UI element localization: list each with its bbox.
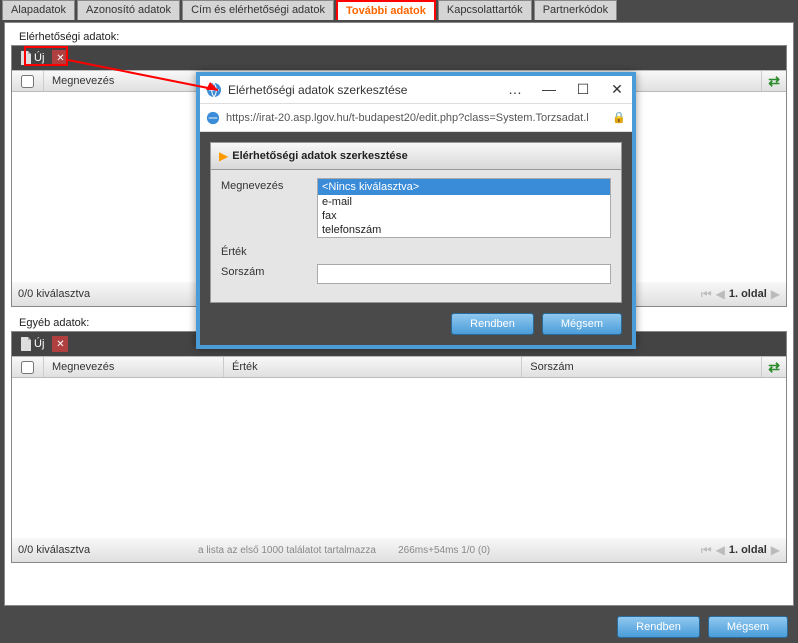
- file-icon: [20, 51, 32, 65]
- cancel-button[interactable]: Mégsem: [708, 616, 788, 638]
- dropdown-option-fax[interactable]: fax: [318, 209, 610, 223]
- dropdown-option-email[interactable]: e-mail: [318, 195, 610, 209]
- tab-bar: Alapadatok Azonosító adatok Cím és elérh…: [0, 0, 798, 20]
- minimize-icon[interactable]: —: [540, 81, 558, 98]
- dialog-titlebar: Elérhetőségi adatok szerkesztése … — ☐ ✕: [200, 76, 632, 104]
- field-label-megnevezes: Megnevezés: [221, 178, 317, 192]
- grid2-col-megnevezes[interactable]: Megnevezés: [44, 357, 224, 377]
- field-label-ertek: Érték: [221, 244, 317, 258]
- dialog-cancel-button[interactable]: Mégsem: [542, 313, 622, 335]
- dialog-form: Megnevezés <Nincs kiválasztva> e-mail fa…: [210, 170, 622, 303]
- grid2-pager: ⏮ ◀ 1. oldal ▶: [701, 543, 780, 558]
- section1-label: Elérhetőségi adatok:: [19, 31, 787, 43]
- grid1-new-button[interactable]: Új: [16, 49, 48, 67]
- dropdown-option-telefonszam[interactable]: telefonszám: [318, 223, 610, 237]
- arrow-icon: ▶: [219, 149, 228, 163]
- dialog-ok-button[interactable]: Rendben: [451, 313, 534, 335]
- megnevezes-dropdown[interactable]: <Nincs kiválasztva> e-mail fax telefonsz…: [317, 178, 611, 238]
- ie-icon: [206, 111, 220, 125]
- grid1-delete-button[interactable]: ✕: [52, 50, 68, 66]
- grid2-footer: 0/0 kiválasztva a lista az első 1000 tal…: [12, 538, 786, 562]
- grid1-checkall-box[interactable]: [21, 75, 34, 88]
- grid2-col-ertek[interactable]: Érték: [224, 357, 522, 377]
- grid1-checkall[interactable]: [12, 71, 44, 91]
- grid2-col-sorszam[interactable]: Sorszám: [522, 357, 762, 377]
- lock-icon: 🔒: [612, 111, 626, 124]
- file-icon: [20, 337, 32, 351]
- ok-button[interactable]: Rendben: [617, 616, 700, 638]
- dialog-buttons: Rendben Mégsem: [210, 313, 622, 335]
- grid2-new-label: Új: [34, 338, 44, 350]
- grid2-delete-button[interactable]: ✕: [52, 336, 68, 352]
- grid2-checkall[interactable]: [12, 357, 44, 377]
- grid2-timing: 266ms+54ms 1/0 (0): [398, 545, 490, 556]
- tab-tovabbi[interactable]: További adatok: [336, 0, 436, 20]
- next-page-icon[interactable]: ▶: [771, 287, 780, 301]
- tab-cim[interactable]: Cím és elérhetőségi adatok: [182, 0, 334, 20]
- dialog-heading-text: Elérhetőségi adatok szerkesztése: [232, 150, 407, 162]
- first-page-icon[interactable]: ⏮: [701, 543, 712, 558]
- grid2-footer-info: a lista az első 1000 találatot tartalmaz…: [198, 545, 701, 556]
- maximize-icon[interactable]: ☐: [574, 81, 592, 98]
- tab-kapcsolat[interactable]: Kapcsolattartók: [438, 0, 532, 20]
- grid2-header: Megnevezés Érték Sorszám ⇄: [12, 356, 786, 378]
- grid2-new-button[interactable]: Új: [16, 335, 48, 353]
- grid2-body: [12, 378, 786, 538]
- tab-alapadatok[interactable]: Alapadatok: [2, 0, 75, 20]
- dialog-title: Elérhetőségi adatok szerkesztése: [228, 83, 506, 97]
- dropdown-selected[interactable]: <Nincs kiválasztva>: [318, 179, 610, 195]
- grid1-pager: ⏮ ◀ 1. oldal ▶: [701, 287, 780, 302]
- grid1-selection-count: 0/0 kiválasztva: [18, 288, 198, 300]
- ie-icon: [206, 82, 222, 98]
- dialog-addressbar: https://irat-20.asp.lgov.hu/t-budapest20…: [200, 104, 632, 132]
- grid2-checkall-box[interactable]: [21, 361, 34, 374]
- refresh-icon[interactable]: ⇄: [762, 73, 786, 90]
- grid2-selection-count: 0/0 kiválasztva: [18, 544, 198, 556]
- dialog-window-controls: … — ☐ ✕: [506, 81, 626, 98]
- grid1-new-label: Új: [34, 52, 44, 64]
- next-page-icon[interactable]: ▶: [771, 543, 780, 557]
- prev-page-icon[interactable]: ◀: [716, 287, 725, 301]
- first-page-icon[interactable]: ⏮: [701, 287, 712, 302]
- dialog-heading: ▶ Elérhetőségi adatok szerkesztése: [210, 142, 622, 170]
- grid1-toolbar: Új ✕: [12, 46, 786, 70]
- grid2: Új ✕ Megnevezés Érték Sorszám ⇄ 0/0 kivá…: [11, 331, 787, 563]
- sorszam-input[interactable]: [317, 264, 611, 284]
- tab-partner[interactable]: Partnerkódok: [534, 0, 617, 20]
- close-icon[interactable]: ✕: [608, 81, 626, 98]
- page-buttons: Rendben Mégsem: [0, 608, 798, 638]
- dialog-url[interactable]: https://irat-20.asp.lgov.hu/t-budapest20…: [226, 112, 612, 124]
- grid1-page-label: 1. oldal: [729, 288, 767, 300]
- field-label-sorszam: Sorszám: [221, 264, 317, 278]
- grid2-list-note: a lista az első 1000 találatot tartalmaz…: [198, 545, 376, 556]
- prev-page-icon[interactable]: ◀: [716, 543, 725, 557]
- tab-azonosito[interactable]: Azonosító adatok: [77, 0, 180, 20]
- edit-dialog: Elérhetőségi adatok szerkesztése … — ☐ ✕…: [196, 72, 636, 349]
- refresh-icon[interactable]: ⇄: [762, 359, 786, 376]
- more-icon[interactable]: …: [506, 81, 524, 98]
- dialog-body: ▶ Elérhetőségi adatok szerkesztése Megne…: [200, 132, 632, 345]
- grid2-page-label: 1. oldal: [729, 544, 767, 556]
